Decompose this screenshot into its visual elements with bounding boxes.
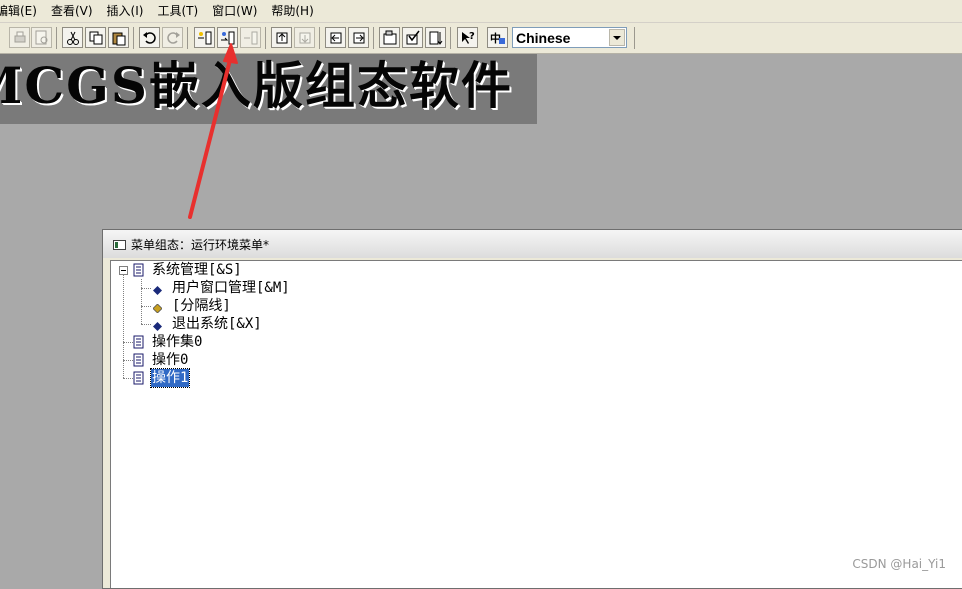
print-button[interactable] [9, 27, 30, 48]
properties-icon [383, 30, 397, 45]
watermark: CSDN @Hai_Yi1 [852, 557, 946, 571]
tree-item-label: [分隔线] [172, 298, 231, 314]
tree-item-label: 操作集0 [152, 334, 203, 350]
language-icon: 中 [490, 31, 505, 45]
menu-tree: 系统管理[&S] 用户窗口管理[&M] [分隔线] 退出系统[&X] 操作集0 [110, 260, 962, 588]
language-select[interactable]: Chinese [512, 27, 627, 48]
tree-line [141, 324, 151, 325]
menu-view[interactable]: 查看(V) [44, 0, 100, 22]
scissors-icon [67, 31, 79, 45]
toolbar: ? 中 Chinese [0, 23, 962, 54]
tree-item-operation-set-0[interactable]: 操作集0 [133, 333, 203, 351]
move-left-icon [330, 32, 342, 44]
tree-item-operation-1[interactable]: 操作1 [133, 368, 191, 388]
undo-icon [143, 32, 156, 44]
toolbar-separator [133, 27, 134, 49]
tree-item-user-window-management[interactable]: 用户窗口管理[&M] [153, 279, 291, 297]
move-down-button[interactable] [294, 27, 315, 48]
language-button[interactable]: 中 [487, 27, 508, 48]
tree-item-label: 系统管理[&S] [152, 262, 242, 278]
menu-tools[interactable]: 工具(T) [150, 0, 205, 22]
toolbar-separator [450, 27, 451, 49]
toolbar-separator [373, 27, 374, 49]
language-select-value: Chinese [516, 30, 571, 46]
document-icon [133, 371, 145, 385]
window-icon [113, 240, 126, 250]
menu-config-window: 菜单组态：运行环境菜单* 系统管理[&S] 用户窗口管理[&M] [分隔线] 退… [102, 229, 962, 589]
print-preview-icon [35, 30, 48, 45]
document-icon [133, 263, 145, 277]
chevron-down-icon[interactable] [609, 29, 625, 46]
undo-button[interactable] [139, 27, 160, 48]
sort-button[interactable] [425, 27, 446, 48]
tree-line [123, 378, 133, 379]
tree-item-system-management[interactable]: 系统管理[&S] [133, 261, 243, 279]
cut-button[interactable] [62, 27, 83, 48]
tree-line [141, 279, 142, 324]
paste-icon [112, 32, 126, 46]
menu-edit[interactable]: 编辑(E) [0, 0, 44, 22]
document-icon [133, 353, 145, 367]
tree-line [141, 306, 151, 307]
insert-menu-button[interactable] [194, 27, 215, 48]
window-title: 菜单组态：运行环境菜单* [131, 238, 270, 252]
redo-button[interactable] [162, 27, 183, 48]
toolbar-separator [319, 27, 320, 49]
insert-separator-icon [244, 31, 258, 45]
tree-line [141, 288, 151, 289]
diamond-icon [152, 302, 163, 314]
move-up-button[interactable] [271, 27, 292, 48]
menu-window[interactable]: 窗口(W) [205, 0, 264, 22]
check-button[interactable] [402, 27, 423, 48]
printer-icon [14, 31, 26, 43]
tree-line [123, 360, 133, 361]
tree-item-label: 用户窗口管理[&M] [172, 280, 290, 296]
menu-help[interactable]: 帮助(H) [264, 0, 320, 22]
properties-button[interactable] [379, 27, 400, 48]
tree-line [123, 342, 133, 343]
collapse-toggle[interactable] [119, 266, 128, 275]
insert-separator-button[interactable] [240, 27, 261, 48]
toolbar-separator [634, 27, 635, 49]
diamond-icon [153, 320, 162, 331]
tree-item-label-selected: 操作1 [149, 368, 191, 388]
paste-button[interactable] [108, 27, 129, 48]
svg-text:?: ? [469, 31, 475, 42]
banner: MCGS嵌入版组态软件 [0, 54, 537, 124]
toolbar-separator [265, 27, 266, 49]
redo-icon [167, 32, 180, 44]
document-icon [133, 335, 145, 349]
move-right-button[interactable] [348, 27, 369, 48]
copy-button[interactable] [85, 27, 106, 48]
move-right-icon [353, 32, 365, 44]
context-help-button[interactable]: ? [457, 27, 478, 48]
menu-insert[interactable]: 插入(I) [100, 0, 151, 22]
menu-bar: 编辑(E) 查看(V) 插入(I) 工具(T) 窗口(W) 帮助(H) [0, 0, 962, 23]
sort-icon [429, 31, 443, 45]
copy-icon [89, 31, 103, 45]
help-pointer-icon: ? [462, 31, 475, 44]
tree-item-operation-0[interactable]: 操作0 [133, 351, 189, 369]
insert-menu-icon [198, 31, 212, 45]
tree-item-label: 退出系统[&X] [172, 316, 262, 332]
insert-submenu-icon [221, 31, 235, 45]
move-up-icon [276, 32, 288, 44]
move-down-icon [299, 32, 311, 44]
diamond-icon [153, 284, 162, 295]
tree-item-exit-system[interactable]: 退出系统[&X] [153, 315, 263, 333]
insert-submenu-button[interactable] [217, 27, 238, 48]
window-titlebar[interactable]: 菜单组态：运行环境菜单* [103, 230, 962, 258]
tree-line [123, 270, 124, 378]
banner-title: MCGS嵌入版组态软件 [0, 56, 513, 115]
print-preview-button[interactable] [31, 27, 52, 48]
move-left-button[interactable] [325, 27, 346, 48]
toolbar-separator [56, 27, 57, 49]
tree-item-label: 操作0 [152, 352, 189, 368]
toolbar-separator [187, 27, 188, 49]
check-icon [406, 30, 420, 45]
tree-item-separator[interactable]: [分隔线] [152, 297, 232, 315]
